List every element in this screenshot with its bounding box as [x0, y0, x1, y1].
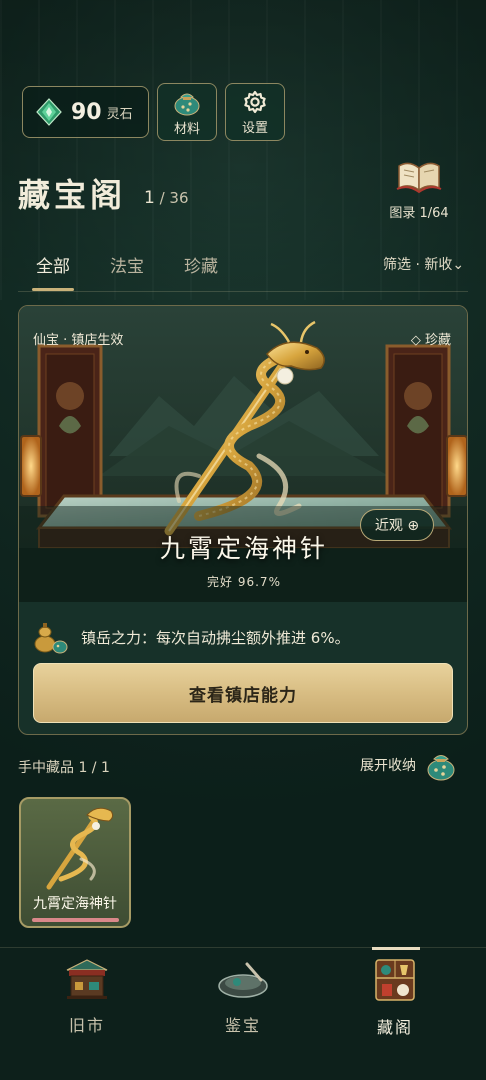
treasure-shelf-icon: [375, 959, 415, 1001]
tab-artifacts[interactable]: 法宝: [110, 252, 144, 277]
settings-label: 设置: [241, 120, 268, 136]
appraisal-tray-icon: [218, 962, 268, 998]
featured-item-card: 仙宝 · 镇店生效 ◇ 珍藏 近观 ⊕ 九霄定海神针 完好 96.7% 镇岳之力…: [18, 305, 468, 735]
rarity-badge: ◇ 珍藏: [410, 333, 451, 348]
inventory-item-name: 九霄定海神针: [33, 896, 117, 912]
nav-collection-label: 藏阁: [376, 1018, 413, 1037]
catalog-label: 图录 1/64: [389, 206, 449, 221]
page-title: 藏宝阁: [18, 176, 127, 214]
view-store-ability-button[interactable]: 查看镇店能力: [33, 663, 453, 723]
market-stall-icon: [66, 959, 108, 999]
item-condition: 完好 96.7%: [207, 575, 281, 589]
nav-old-market[interactable]: 旧市: [42, 956, 132, 1036]
material-bag-icon: [174, 93, 200, 115]
collection-count-current: 1: [144, 188, 155, 208]
category-tabs: 全部 法宝 珍藏: [32, 252, 218, 291]
expand-storage-label: 展开收纳: [360, 758, 416, 774]
nav-appraise[interactable]: 鉴宝: [198, 956, 288, 1036]
collection-count-total: / 36: [159, 189, 189, 207]
dragon-staff-icon: [46, 807, 114, 890]
gourd-vase-icon: [34, 623, 68, 654]
spirit-stone-unit: 灵石: [106, 106, 133, 122]
nav-collection[interactable]: 藏阁: [350, 956, 440, 1038]
materials-button[interactable]: 材料: [157, 83, 217, 141]
featured-item-name: 九霄定海神针: [159, 534, 328, 563]
expand-storage-button[interactable]: 展开收纳: [360, 748, 458, 782]
gear-icon: [244, 90, 266, 113]
ability-row: 镇岳之力：每次自动拂尘额外推进 6%。: [33, 620, 350, 654]
filter-sort-dropdown[interactable]: 筛选 · 新收⌄: [383, 254, 464, 274]
resource-bar: 90 灵石 材料 设置: [22, 83, 285, 141]
tabs-divider: [18, 291, 468, 292]
inventory-count: 手中藏品 1 / 1: [18, 760, 110, 776]
catalog-button[interactable]: 图录 1/64: [384, 158, 454, 221]
spirit-stone-icon: [36, 98, 62, 126]
storage-bag-icon: [427, 755, 455, 781]
tab-all[interactable]: 全部: [32, 252, 74, 291]
spirit-stone-counter[interactable]: 90 灵石: [22, 86, 149, 138]
settings-button[interactable]: 设置: [225, 83, 285, 141]
ability-description: 镇岳之力：每次自动拂尘额外推进 6%。: [81, 628, 350, 647]
tab-treasures[interactable]: 珍藏: [184, 252, 218, 277]
item-category-tag: 仙宝 · 镇店生效: [33, 333, 124, 348]
durability-bar: [32, 918, 119, 922]
active-nav-indicator: [372, 947, 420, 950]
collection-count: 1 / 36: [144, 188, 189, 208]
bottom-navigation: 旧市 鉴宝 藏阁: [0, 947, 486, 1080]
inventory-slot[interactable]: 九霄定海神针: [19, 797, 131, 928]
spirit-stone-value: 90: [71, 99, 102, 125]
materials-label: 材料: [173, 121, 200, 137]
nav-old-market-label: 旧市: [68, 1016, 105, 1035]
nav-appraise-label: 鉴宝: [224, 1016, 261, 1035]
open-book-icon: [396, 162, 442, 194]
